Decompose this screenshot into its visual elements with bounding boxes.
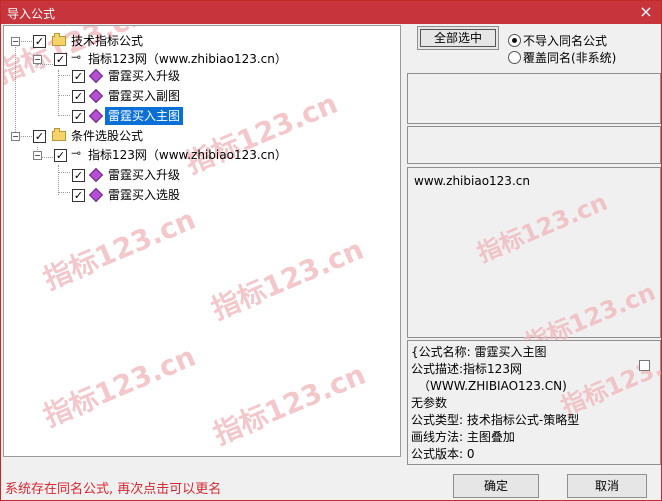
tree-item-formula[interactable]: ✓ 雷霆买入升级 bbox=[72, 67, 252, 85]
overwrite-same-name-label: 覆盖同名(非系统) bbox=[523, 51, 617, 65]
item-label-selected: 雷霆买入主图 bbox=[105, 107, 184, 125]
folder-icon bbox=[52, 128, 66, 141]
group-checkbox[interactable]: ✓ bbox=[33, 130, 46, 143]
formula-icon bbox=[88, 108, 104, 124]
collapse-icon[interactable]: − bbox=[11, 132, 20, 141]
formula-icon bbox=[88, 187, 104, 203]
url-panel: www.zhibiao123.cn 指标123.cn 指标123.cn bbox=[407, 167, 661, 358]
item-checkbox[interactable]: ✓ bbox=[72, 110, 85, 123]
tree-line bbox=[58, 165, 60, 195]
tree-line bbox=[58, 95, 70, 97]
provider-label: 指标123网（www.zhibiao123.cn） bbox=[88, 148, 287, 162]
key-icon: ⊸ bbox=[71, 50, 82, 64]
provider-checkbox[interactable]: ✓ bbox=[54, 149, 67, 162]
status-message: 系统存在同名公式, 再次点击可以更名 bbox=[5, 482, 222, 497]
group-checkbox[interactable]: ✓ bbox=[33, 35, 46, 48]
detail-name: {公式名称: 雷霆买入主图 bbox=[411, 345, 547, 359]
detail-description: 公式描述:指标123网 bbox=[411, 362, 522, 376]
tree-line bbox=[58, 75, 70, 77]
item-label: 雷霆买入升级 bbox=[108, 168, 181, 182]
formula-icon bbox=[88, 167, 104, 183]
detail-params: 无参数 bbox=[411, 396, 448, 410]
tree-line bbox=[15, 41, 17, 136]
item-checkbox[interactable]: ✓ bbox=[72, 70, 85, 83]
overwrite-same-name-radio[interactable] bbox=[508, 51, 521, 64]
detail-version: 公式版本: 0 bbox=[411, 447, 475, 461]
tree-provider-screening[interactable]: − ✓ ⊸ 指标123网（www.zhibiao123.cn） bbox=[32, 146, 372, 164]
detail-checkbox[interactable] bbox=[639, 360, 650, 371]
item-checkbox[interactable]: ✓ bbox=[72, 169, 85, 182]
tree-item-formula-selected[interactable]: ✓ 雷霆买入主图 bbox=[72, 107, 252, 125]
watermark-text: 指标123.cn bbox=[38, 339, 201, 434]
tree-item-formula[interactable]: ✓ 雷霆买入选股 bbox=[72, 186, 252, 204]
collapse-icon[interactable]: − bbox=[11, 37, 20, 46]
title-bar: 导入公式 × bbox=[1, 1, 661, 24]
folder-icon bbox=[52, 33, 66, 46]
separator-panel bbox=[407, 126, 661, 164]
right-empty-panel bbox=[407, 73, 661, 124]
key-icon: ⊸ bbox=[71, 146, 82, 160]
item-checkbox[interactable]: ✓ bbox=[72, 189, 85, 202]
close-icon[interactable]: × bbox=[637, 3, 655, 21]
provider-label: 指标123网（www.zhibiao123.cn） bbox=[88, 52, 287, 66]
collapse-icon[interactable]: − bbox=[33, 55, 42, 64]
tree-provider-technical[interactable]: − ✓ ⊸ 指标123网（www.zhibiao123.cn） bbox=[32, 50, 372, 68]
collapse-icon[interactable]: − bbox=[33, 151, 42, 160]
url-text: www.zhibiao123.cn bbox=[414, 174, 530, 188]
formula-icon bbox=[88, 68, 104, 84]
watermark-text: 指标123.cn bbox=[38, 202, 201, 297]
tree-line bbox=[58, 172, 70, 174]
detail-url: （WWW.ZHIBIAO123.CN) bbox=[418, 379, 567, 393]
tree-line bbox=[58, 115, 70, 117]
watermark-text: 指标123.cn bbox=[473, 187, 612, 268]
group-label: 条件选股公式 bbox=[71, 129, 144, 143]
tree-item-formula[interactable]: ✓ 雷霆买入升级 bbox=[72, 166, 252, 184]
tree-group-technical[interactable]: − ✓ 技术指标公式 bbox=[9, 32, 369, 50]
detail-drawing-method: 画线方法: 主图叠加 bbox=[411, 430, 515, 444]
no-import-same-name-radio[interactable] bbox=[508, 34, 521, 47]
select-all-button[interactable]: 全部选中 bbox=[417, 26, 499, 50]
cancel-button[interactable]: 取消 bbox=[567, 474, 647, 498]
formula-icon bbox=[88, 88, 104, 104]
watermark-text: 指标123.cn bbox=[208, 357, 371, 452]
formula-details-panel: 指标123.cn {公式名称: 雷霆买入主图 公式描述:指标123网 （WWW.… bbox=[407, 340, 661, 465]
item-label: 雷霆买入副图 bbox=[108, 89, 181, 103]
watermark-text: 指标123.cn bbox=[206, 232, 369, 327]
import-formula-dialog: 导入公式 × 指标123.cn 指标123.cn 指标123.cn 指标123.… bbox=[0, 0, 662, 501]
formula-tree[interactable]: 指标123.cn 指标123.cn 指标123.cn 指标123.cn 指标12… bbox=[3, 25, 401, 457]
window-title: 导入公式 bbox=[7, 7, 56, 21]
tree-group-screening[interactable]: − ✓ 条件选股公式 bbox=[9, 127, 369, 145]
tree-item-formula[interactable]: ✓ 雷霆买入副图 bbox=[72, 87, 252, 105]
ok-button[interactable]: 确定 bbox=[453, 474, 539, 498]
item-checkbox[interactable]: ✓ bbox=[72, 90, 85, 103]
detail-type: 公式类型: 技术指标公式-策略型 bbox=[411, 413, 580, 427]
item-label: 雷霆买入选股 bbox=[108, 188, 181, 202]
group-label: 技术指标公式 bbox=[71, 34, 144, 48]
tree-line bbox=[58, 192, 70, 194]
no-import-same-name-label: 不导入同名公式 bbox=[523, 34, 608, 48]
provider-checkbox[interactable]: ✓ bbox=[54, 53, 67, 66]
watermark-text: 指标123.cn bbox=[557, 340, 662, 421]
item-label: 雷霆买入升级 bbox=[108, 69, 181, 83]
